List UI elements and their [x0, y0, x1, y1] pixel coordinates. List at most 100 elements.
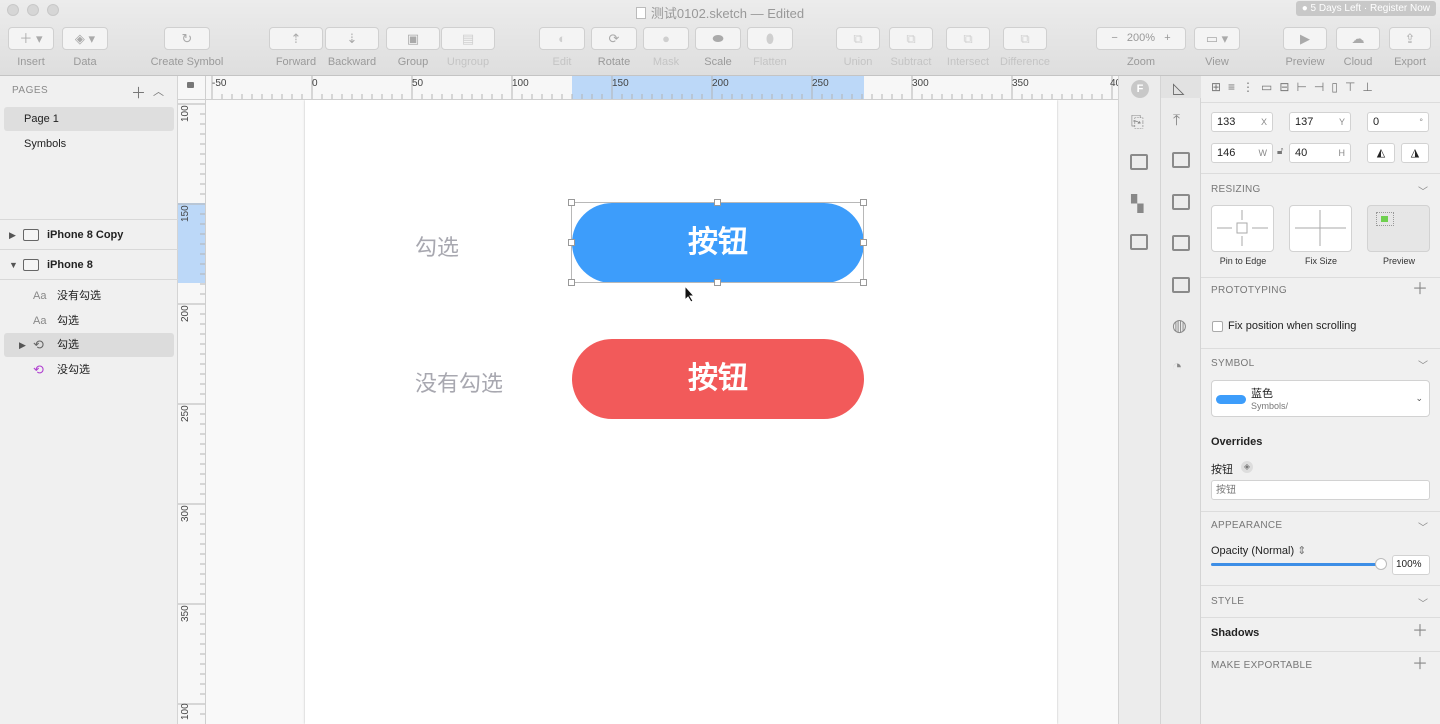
- vertical-ruler[interactable]: 100 150 200 250 300 350 100: [178, 100, 206, 724]
- layer-artboard-iphone-8-copy[interactable]: ▶ iPhone 8 Copy: [4, 223, 174, 247]
- add-prototyping-icon[interactable]: ＋: [1412, 282, 1428, 298]
- trial-badge[interactable]: ● 5 Days Left · Register Now: [1295, 1, 1436, 16]
- align-toolbar[interactable]: ⊞≡⋮▭⊟⊢⊣▯⊤⊥: [1211, 80, 1436, 96]
- ruler-tool-icon[interactable]: ◺: [1173, 79, 1185, 97]
- fix-size-button[interactable]: [1289, 205, 1352, 252]
- flatten-button[interactable]: ⬮ Flatten: [747, 27, 793, 68]
- union-button[interactable]: ⧉ Union: [836, 27, 880, 68]
- group-button[interactable]: ▣ Group: [386, 27, 440, 68]
- chevron-down-icon[interactable]: ﹀: [1418, 183, 1428, 198]
- opacity-label[interactable]: Opacity (Normal) ⇕: [1211, 544, 1306, 557]
- pie-chart-icon[interactable]: ◔: [1172, 357, 1182, 377]
- disclosure-right-icon[interactable]: ▶: [19, 333, 26, 357]
- star-frame-icon[interactable]: [1172, 277, 1190, 293]
- ruler-label: 300: [180, 505, 191, 522]
- lock-ratio-icon[interactable]: 🔓︎: [1277, 146, 1283, 157]
- align-layout-icon[interactable]: [1172, 194, 1190, 210]
- backward-button[interactable]: ⇣ Backward: [325, 27, 379, 68]
- divider: [1201, 173, 1440, 174]
- list-icon[interactable]: [1130, 154, 1148, 170]
- chevron-down-icon[interactable]: ﹀: [1418, 519, 1428, 534]
- zoom-control[interactable]: − 200% + Zoom: [1096, 27, 1186, 68]
- page-item-symbols[interactable]: Symbols: [4, 132, 174, 156]
- disclosure-down-icon[interactable]: ▼: [9, 253, 18, 277]
- resize-handle[interactable]: [860, 199, 867, 206]
- palette-icon[interactable]: ◍: [1172, 316, 1187, 336]
- symbol-instance-icon: ⟲: [33, 362, 44, 377]
- ungroup-button[interactable]: ▤ Ungroup: [441, 27, 495, 68]
- layer-symbol-unchecked[interactable]: ⟲ 没勾选: [4, 358, 174, 382]
- horizontal-ruler[interactable]: -50 0 50 100 150 200 250 300 350 40: [206, 76, 1118, 100]
- subtract-button[interactable]: ⧉ Subtract: [889, 27, 933, 68]
- rotation-field[interactable]: 0 °: [1367, 112, 1429, 132]
- zoom-out-button[interactable]: −: [1111, 32, 1117, 44]
- layer-symbol-checked[interactable]: ▶ ⟲ 勾选: [4, 333, 174, 357]
- zoom-in-button[interactable]: +: [1164, 32, 1170, 44]
- pin-to-edge-button[interactable]: [1211, 205, 1274, 252]
- symbol-picker[interactable]: 蓝色 Symbols/ ⌄: [1211, 380, 1430, 417]
- window-title: 测试0102.sketch — Edited: [0, 3, 1440, 22]
- y-position-field[interactable]: 137 Y: [1289, 112, 1351, 132]
- view-button[interactable]: ▭ ▾ View: [1194, 27, 1240, 68]
- insert-button[interactable]: ＋ ▾ Insert: [8, 27, 54, 68]
- flip-vertical-button[interactable]: ◮: [1401, 143, 1429, 163]
- intersect-icon: ⧉: [946, 27, 990, 50]
- opacity-slider[interactable]: [1211, 558, 1387, 570]
- mask-button[interactable]: ● Mask: [643, 27, 689, 68]
- cloud-button[interactable]: ☁ Cloud: [1336, 27, 1380, 68]
- page-item-page-1[interactable]: Page 1: [4, 107, 174, 131]
- resize-handle[interactable]: [568, 239, 575, 246]
- collapse-chevron-icon[interactable]: ︿: [153, 83, 164, 99]
- resize-handle[interactable]: [714, 279, 721, 286]
- grid-squares-icon[interactable]: ▚: [1131, 194, 1143, 214]
- panel-layout-icon[interactable]: [1172, 235, 1190, 251]
- resize-handle[interactable]: [860, 279, 867, 286]
- rotate-button[interactable]: ⟳ Rotate: [591, 27, 637, 68]
- x-position-field[interactable]: 133 X: [1211, 112, 1273, 132]
- resize-handle[interactable]: [568, 199, 575, 206]
- layer-text-checked[interactable]: Aa 勾选: [4, 309, 174, 333]
- edit-button[interactable]: ◐ Edit: [539, 27, 585, 68]
- opacity-value-field[interactable]: 100%: [1392, 555, 1430, 575]
- opacity-slider-knob[interactable]: [1375, 558, 1387, 570]
- layer-artboard-iphone-8[interactable]: ▼ iPhone 8: [4, 253, 174, 277]
- text-unchecked-label[interactable]: 没有勾选: [415, 366, 503, 398]
- resize-layout-icon[interactable]: [1172, 152, 1190, 168]
- intersect-button[interactable]: ⧉ Intersect: [946, 27, 990, 68]
- add-export-icon[interactable]: ＋: [1412, 657, 1428, 673]
- table-icon[interactable]: [1130, 234, 1148, 250]
- chevron-down-icon[interactable]: ﹀: [1418, 595, 1428, 610]
- fix-position-checkbox[interactable]: [1212, 321, 1223, 332]
- add-page-icon[interactable]: ＋: [131, 82, 146, 103]
- preview-label: Preview: [1382, 256, 1415, 266]
- resize-handle[interactable]: [568, 279, 575, 286]
- ruler-ticks: [211, 76, 1113, 99]
- width-field[interactable]: 146 W: [1211, 143, 1273, 163]
- export-button[interactable]: ⇪ Export: [1389, 27, 1431, 68]
- artboard-iphone-8[interactable]: 勾选 按钮 没有勾选 按钮: [305, 100, 1057, 724]
- scale-button[interactable]: ⬬ Scale: [695, 27, 741, 68]
- plus-icon: ＋ ▾: [8, 27, 54, 50]
- resize-handle[interactable]: [860, 239, 867, 246]
- resizing-header: RESIZING: [1211, 184, 1261, 195]
- create-symbol-button[interactable]: ↻ Create Symbol: [151, 27, 223, 68]
- export-doc-icon[interactable]: ⎘: [1131, 114, 1144, 132]
- red-button-symbol[interactable]: 按钮: [572, 339, 864, 419]
- text-checked-label[interactable]: 勾选: [415, 230, 459, 262]
- difference-button[interactable]: ⧉ Difference: [1000, 27, 1050, 68]
- disclosure-right-icon[interactable]: ▶: [9, 223, 16, 247]
- override-text-input[interactable]: [1211, 480, 1430, 500]
- preview-button[interactable]: ▶ Preview: [1283, 27, 1327, 68]
- add-shadow-icon[interactable]: ＋: [1412, 624, 1428, 640]
- chevron-down-icon[interactable]: ﹀: [1418, 357, 1428, 372]
- resize-handle[interactable]: [714, 199, 721, 206]
- flip-horizontal-button[interactable]: ◭: [1367, 143, 1395, 163]
- lock-icon[interactable]: [187, 82, 194, 88]
- layer-text-unchecked[interactable]: Aa 没有勾选: [4, 284, 174, 308]
- forward-button[interactable]: ⇡ Forward: [269, 27, 323, 68]
- data-button[interactable]: ◈ ▾ Data: [62, 27, 108, 68]
- canvas[interactable]: 勾选 按钮 没有勾选 按钮: [206, 100, 1118, 724]
- upload-icon[interactable]: ⤒: [1173, 112, 1180, 130]
- plugin-f-icon[interactable]: F: [1131, 80, 1149, 98]
- height-field[interactable]: 40 H: [1289, 143, 1351, 163]
